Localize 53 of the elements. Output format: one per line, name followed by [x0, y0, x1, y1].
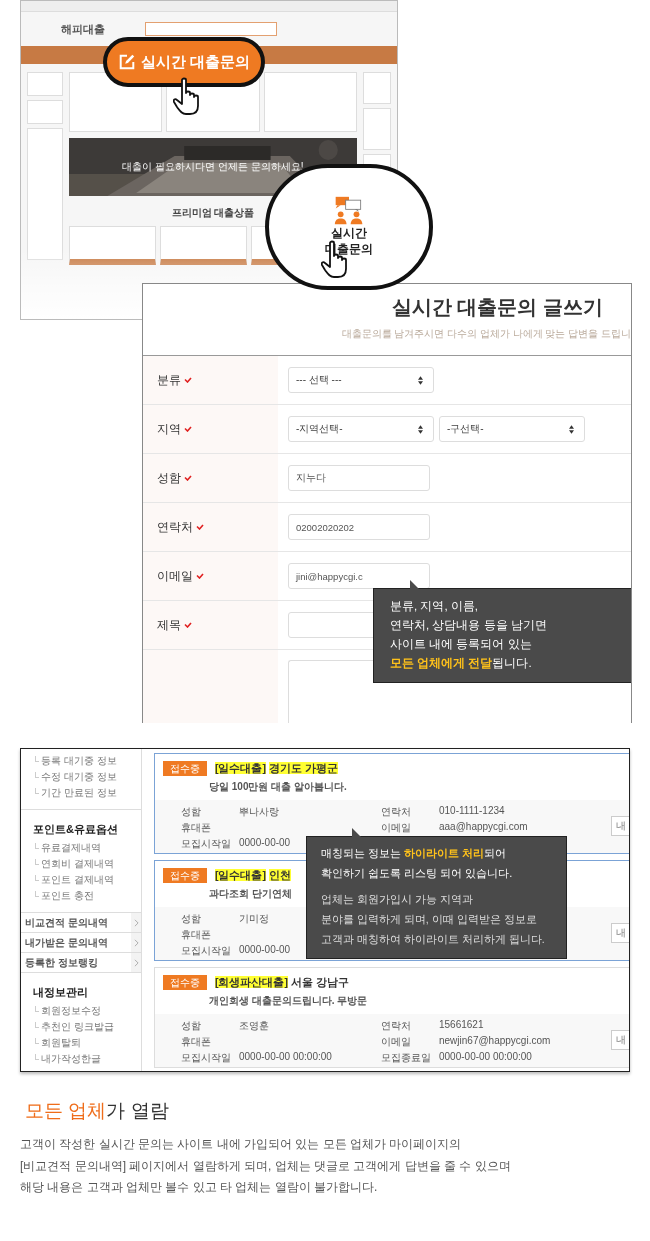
field-label: 성함: [181, 912, 202, 925]
field-label: 휴대폰: [181, 928, 212, 941]
field-label: 모집시작일: [181, 944, 232, 957]
inquiry-text: 당일 100만원 대출 알아봅니다.: [209, 780, 347, 794]
field-label: 모집종료일: [381, 1051, 432, 1064]
field-value: aaa@happycgi.com: [439, 821, 528, 834]
status-badge: 접수중: [163, 975, 207, 990]
section-title: 프리미엄 대출상품: [170, 206, 256, 220]
category-tag: [일수대출]: [215, 868, 266, 881]
field-label: 휴대폰: [181, 821, 212, 834]
field-label: 모집시작일: [181, 1051, 232, 1064]
sidebar-heading: 내정보관리: [32, 985, 89, 1000]
region-text: 인천: [268, 868, 291, 881]
sidebar-heading: 포인트&유료옵션: [32, 822, 119, 837]
inquiry-text: 개인회생 대출문의드립니다. 무방문: [209, 994, 368, 1008]
field-value: 010-1111-1234: [439, 805, 505, 818]
field-label: 성함: [181, 1019, 202, 1032]
category-tag: [일수대출]: [215, 761, 266, 774]
field-value: newjin67@happycgi.com: [439, 1035, 551, 1048]
field-value: 뿌나사랑: [239, 805, 279, 818]
status-badge: 접수중: [163, 868, 207, 883]
field-value: 0000-00-00: [239, 944, 291, 957]
field-label: 지역: [157, 420, 181, 438]
field-label: 분류: [157, 371, 181, 389]
status-badge: 접수중: [163, 761, 207, 776]
region-text: 서울 강남구: [290, 975, 349, 988]
tooltip-text: 분류, 지역, 이름, 연락처, 상담내용 등을 남기면 사이트 내에 등록되어 있는 모든 업체에게 전달됩니다.: [390, 599, 548, 671]
category-tag: [회생파산대출]: [215, 975, 288, 988]
field-value: 조영훈: [239, 1019, 269, 1032]
section-heading: 모든 업체가 열람: [25, 1099, 170, 1123]
field-label: 이메일: [381, 821, 412, 834]
tooltip-detail-text: 업체는 회원가입시 가능 지역과 분야를 입력하게 되며, 이때 입력받은 정보로 고객과 매칭하여 하이라이트 처리하게 됩니다.: [321, 892, 546, 947]
field-label: 모집시작일: [181, 837, 232, 850]
inquiry-text: 과다조회 단기연체: [209, 887, 292, 901]
field-label: 성함: [181, 805, 202, 818]
field-label: 이메일: [381, 1035, 412, 1048]
field-label: 연락처: [381, 1019, 412, 1032]
field-label: 휴대폰: [181, 1035, 212, 1048]
field-value: 0000-00-00 00:00:00: [439, 1051, 532, 1064]
field-label: 이메일: [157, 567, 193, 585]
field-label: 제목: [157, 616, 181, 634]
region-text: 경기도 가평군: [268, 761, 338, 774]
logo: 해피대출: [61, 21, 105, 37]
form-subtitle: 대출문의를 남겨주시면 다수의 업체가 나에게 맞는 답변을 드립니: [341, 327, 631, 341]
description-paragraph: 고객이 작성한 실시간 문의는 사이트 내에 가입되어 있는 모든 업체가 마이페이지의 [비교견적 문의내역] 페이지에서 열람하게 되며, 업체는 댓글로 고객에게 답변을 줄 수 있으며 해당 내용은 고객과 업체만 볼수 있고 타 업체는 열람이 불가합니다.: [20, 1136, 512, 1196]
field-label: 연락처: [157, 518, 193, 536]
field-label: 성함: [157, 469, 181, 487]
field-value: 기미정: [239, 912, 269, 925]
field-value: 15661621: [439, 1019, 484, 1032]
field-value: 0000-00-00: [239, 837, 291, 850]
field-value: 0000-00-00 00:00:00: [239, 1051, 332, 1064]
form-title: 실시간 대출문의 글쓰기: [391, 295, 603, 320]
field-label: 연락처: [381, 805, 412, 818]
